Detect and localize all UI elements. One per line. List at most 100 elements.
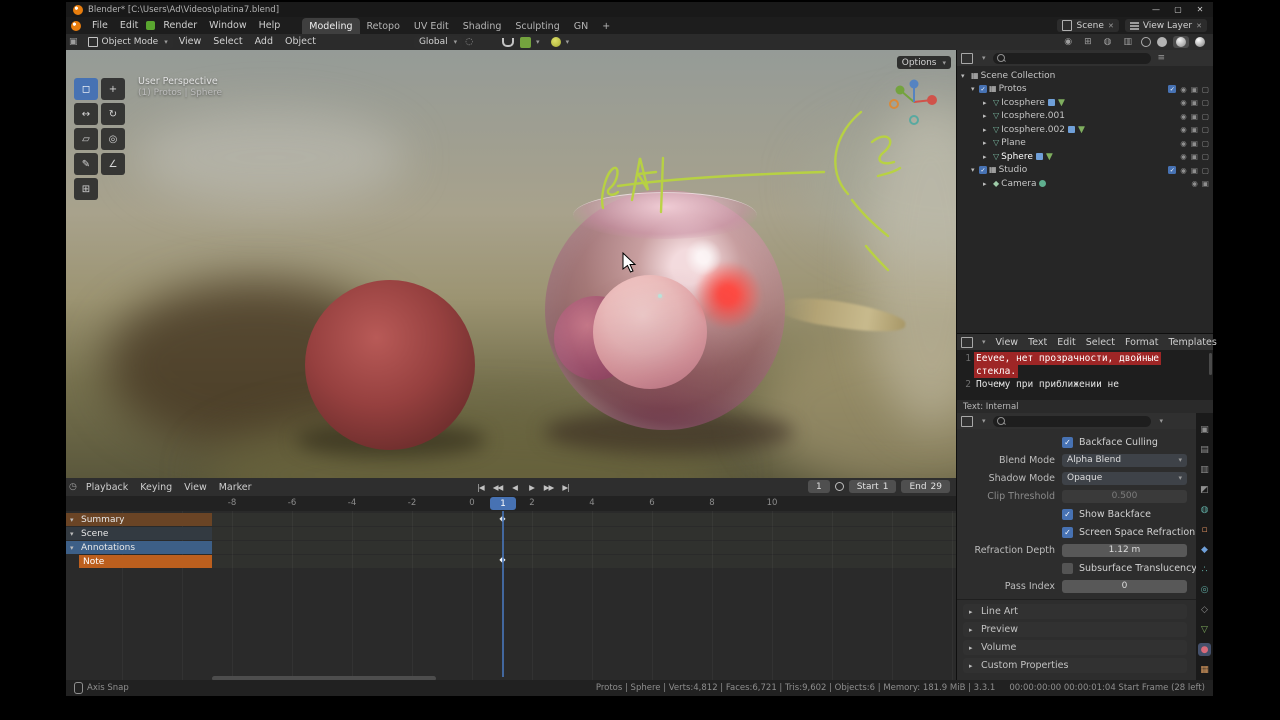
disable-in-renders-icon[interactable] <box>1191 126 1198 134</box>
tab-modifiers-icon[interactable] <box>1198 543 1211 556</box>
disclosure-icon[interactable] <box>983 99 991 107</box>
next-keyframe-button[interactable]: ▶▶ <box>541 480 556 494</box>
properties-filter-dropdown[interactable] <box>1155 416 1167 426</box>
outliner-row-protos[interactable]: Protos <box>957 83 1213 97</box>
disclosure-icon[interactable] <box>971 85 979 93</box>
jump-end-button[interactable]: ▶| <box>558 480 573 494</box>
playhead-frame-badge[interactable]: 1 <box>490 497 516 510</box>
channel-summary[interactable]: Summary <box>66 513 212 526</box>
tab-particles-icon[interactable] <box>1198 563 1211 576</box>
tab-output-icon[interactable] <box>1198 443 1211 456</box>
channel-scene[interactable]: Scene <box>66 527 212 540</box>
menu-window[interactable]: Window <box>203 17 252 34</box>
disable-in-renders-icon[interactable] <box>1191 140 1198 148</box>
timeline-editor-icon[interactable]: ◷ <box>66 482 80 492</box>
tab-constraints-icon[interactable] <box>1198 603 1211 616</box>
dope-sheet-area[interactable]: Summary Scene Annotations Note <box>66 511 956 681</box>
cursor-tool[interactable]: + <box>101 78 125 100</box>
menu-help[interactable]: Help <box>253 17 287 34</box>
outliner-panel[interactable]: ≡ Scene Collection Protos <box>957 50 1213 333</box>
backface-culling-checkbox[interactable] <box>1062 436 1073 448</box>
prev-keyframe-button[interactable]: ◀◀ <box>490 480 505 494</box>
scene-unlink-icon[interactable] <box>1108 21 1114 31</box>
shading-material-icon[interactable] <box>1176 37 1186 47</box>
workspace-tab-shading[interactable]: Shading <box>456 18 509 34</box>
scale-tool[interactable]: ▱ <box>74 128 98 150</box>
tab-material-icon[interactable] <box>1198 643 1211 656</box>
refraction-depth-field[interactable]: 1.12 m <box>1062 543 1187 557</box>
close-button[interactable]: ✕ <box>1189 3 1211 16</box>
collection-checkbox[interactable] <box>979 85 987 94</box>
tab-view-layer-icon[interactable] <box>1198 463 1211 476</box>
outliner-row-sphere[interactable]: Sphere <box>957 150 1213 164</box>
end-frame-field[interactable]: End 29 <box>901 480 950 493</box>
disclosure-icon[interactable] <box>983 112 991 120</box>
disclosure-icon[interactable] <box>983 126 991 134</box>
falloff-dropdown[interactable] <box>561 37 573 47</box>
channel-note[interactable]: Note <box>79 555 212 568</box>
menu-format[interactable]: Format <box>1122 337 1161 348</box>
outliner-row-camera[interactable]: Camera <box>957 177 1213 191</box>
menu-view[interactable]: View <box>993 337 1022 348</box>
proportional-editing-icon[interactable] <box>550 37 561 47</box>
outliner-row-icosphere[interactable]: Icosphere <box>957 96 1213 110</box>
screen-space-refraction-checkbox[interactable] <box>1062 526 1073 538</box>
disable-in-viewports-icon[interactable] <box>1202 86 1209 94</box>
menu-edit[interactable]: Edit <box>1054 337 1078 348</box>
disable-in-viewports-icon[interactable] <box>1202 167 1209 175</box>
disclosure-icon[interactable] <box>983 180 991 188</box>
collection-checkbox[interactable] <box>979 166 987 175</box>
disable-in-renders-icon[interactable] <box>1191 167 1198 175</box>
editor-type-icon[interactable]: ▣ <box>66 37 81 47</box>
outliner-row-studio[interactable]: Studio <box>957 164 1213 178</box>
maximize-button[interactable]: ▢ <box>1167 3 1189 16</box>
add-primitive-tool[interactable]: ⊞ <box>74 178 98 200</box>
scene-selector[interactable]: Scene <box>1057 19 1119 32</box>
outliner-row-icosphere-002[interactable]: Icosphere.002 <box>957 123 1213 137</box>
move-tool[interactable]: ↔ <box>74 103 98 125</box>
outliner-row-plane[interactable]: Plane <box>957 137 1213 151</box>
add-workspace-button[interactable]: + <box>595 18 617 34</box>
menu-render[interactable]: Render <box>157 17 203 34</box>
select-box-tool[interactable]: ◻ <box>74 78 98 100</box>
tab-physics-icon[interactable] <box>1198 583 1211 596</box>
navigation-gizmo[interactable] <box>886 74 946 134</box>
current-frame-field[interactable]: 1 <box>807 480 830 493</box>
tab-object-icon[interactable] <box>1198 523 1211 536</box>
menu-object[interactable]: Object <box>279 34 322 50</box>
transform-pivot-icon[interactable]: ◌ <box>462 37 476 47</box>
tab-scene-icon[interactable] <box>1198 483 1211 496</box>
properties-panel[interactable]: Backface Culling Blend Mode Alpha Blend … <box>957 413 1213 680</box>
hide-in-viewport-icon[interactable] <box>1180 140 1187 148</box>
disable-in-renders-icon[interactable] <box>1202 180 1209 188</box>
collapse-arrow-icon[interactable] <box>70 516 78 524</box>
shadow-mode-dropdown[interactable]: Opaque <box>1062 471 1187 485</box>
hide-in-viewport-icon[interactable] <box>1180 167 1187 175</box>
menu-templates[interactable]: Templates <box>1165 337 1219 348</box>
annotate-tool[interactable]: ✎ <box>74 153 98 175</box>
outliner-row-icosphere-001[interactable]: Icosphere.001 <box>957 110 1213 124</box>
menu-select[interactable]: Select <box>207 34 248 50</box>
disable-in-renders-icon[interactable] <box>1191 113 1198 121</box>
collapse-arrow-icon[interactable] <box>70 530 78 538</box>
shading-wireframe-icon[interactable] <box>1141 37 1151 47</box>
clip-threshold-field[interactable]: 0.500 <box>1062 489 1187 503</box>
minimize-button[interactable]: — <box>1145 3 1167 16</box>
exclude-checkbox[interactable] <box>1168 85 1177 94</box>
properties-editor-icon[interactable] <box>961 415 973 427</box>
disable-in-viewports-icon[interactable] <box>1202 140 1209 148</box>
timeline-editor[interactable]: ◷ Playback Keying View Marker |◀ ◀◀ ◀ ▶ … <box>66 478 956 681</box>
tab-object-data-icon[interactable] <box>1198 623 1211 636</box>
subsurface-translucency-checkbox[interactable] <box>1062 562 1073 574</box>
disclosure-icon[interactable] <box>983 139 991 147</box>
disclosure-icon[interactable] <box>961 72 969 80</box>
snap-magnet-icon[interactable] <box>502 37 515 47</box>
workspace-tab-uvedit[interactable]: UV Edit <box>407 18 456 34</box>
properties-search-box[interactable] <box>992 415 1151 427</box>
hide-in-viewport-icon[interactable] <box>1180 86 1187 94</box>
playhead-line[interactable] <box>502 511 504 677</box>
snap-target-icon[interactable] <box>520 36 532 48</box>
outliner-editor-icon[interactable] <box>961 52 973 64</box>
outliner-search-box[interactable] <box>992 52 1151 64</box>
3d-viewport[interactable]: User Perspective (1) Protos | Sphere Opt… <box>66 50 956 478</box>
